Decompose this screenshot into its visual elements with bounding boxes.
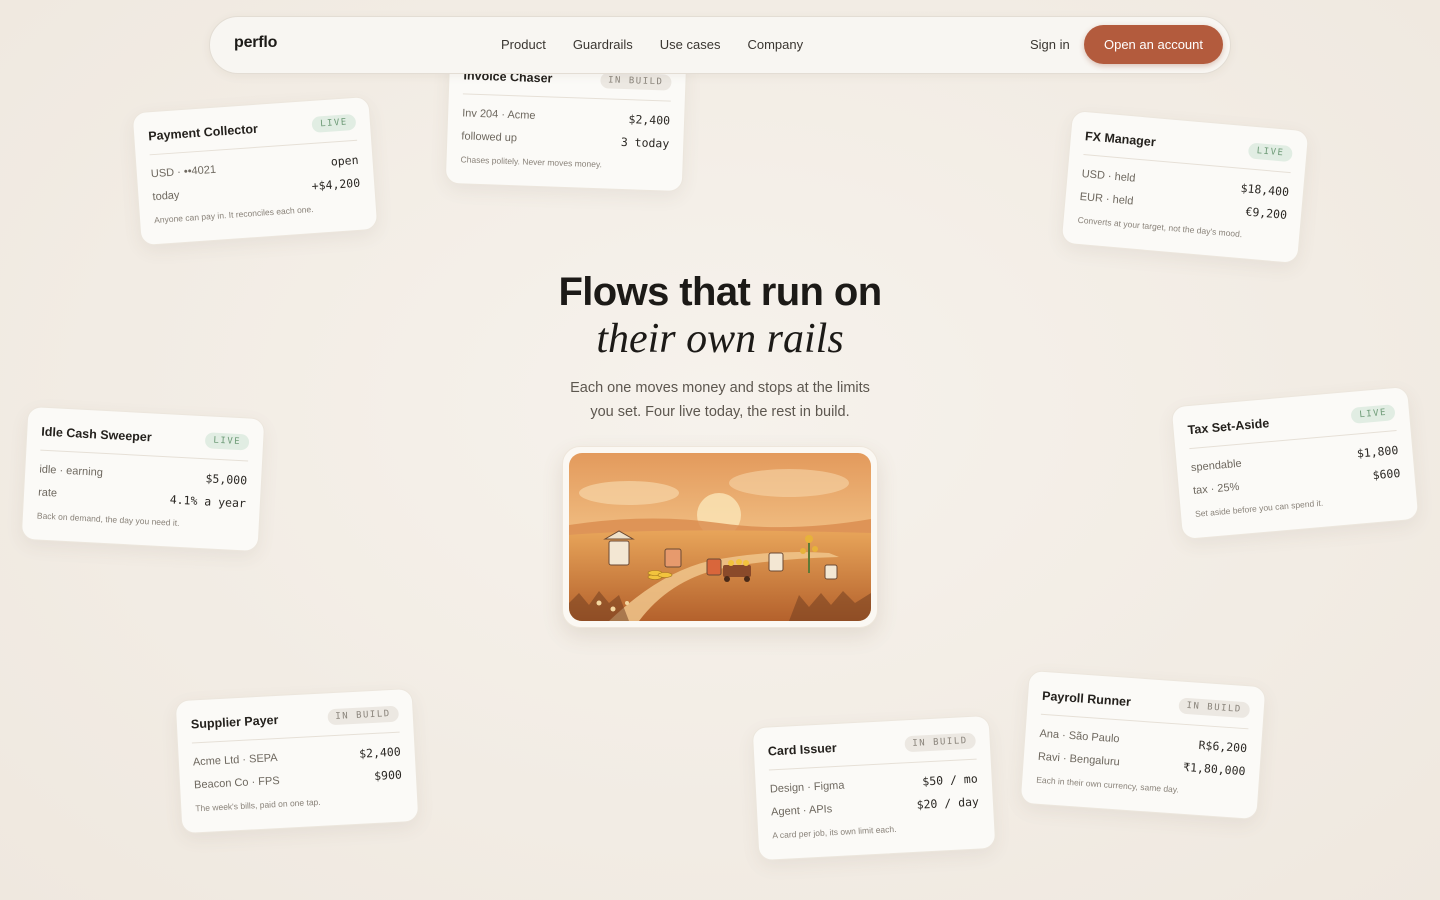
status-badge: LIVE (1248, 142, 1293, 163)
row-label: Design · Figma (769, 779, 845, 796)
flow-card-tax-set-aside: Tax Set-Aside LIVE spendable tax · 25% $1,8… (1170, 385, 1420, 541)
row-label: EUR · held (1079, 190, 1134, 208)
status-badge: LIVE (311, 113, 357, 133)
hero-illustration (562, 446, 878, 628)
row-label: idle · earning (39, 463, 104, 479)
logo[interactable]: perflo (234, 34, 277, 52)
hero-subtitle-line2: you set. Four live today, the rest in bu… (590, 404, 850, 420)
row-value: $50 / mo (921, 771, 979, 789)
card-title: Supplier Payer (190, 712, 279, 732)
status-badge: IN BUILD (599, 72, 672, 91)
row-label: followed up (461, 130, 518, 145)
card-title: Payroll Runner (1041, 688, 1132, 710)
status-badge: IN BUILD (1177, 697, 1251, 719)
hero-title-line1: Flows that run on (558, 270, 882, 314)
row-value: ₹1,80,000 (1182, 759, 1246, 779)
row-label: Agent · APIs (770, 803, 833, 819)
flow-card-fx-manager: FX Manager LIVE USD · held EUR · held $18,4… (1060, 109, 1310, 265)
autumn-field-illustration-icon (569, 453, 871, 621)
nav-links: Product Guardrails Use cases Company (501, 37, 830, 52)
card-note: Chases politely. Never moves money. (460, 154, 603, 170)
row-value: open (330, 152, 359, 169)
flow-card-idle-cash-sweeper: Idle Cash Sweeper LIVE idle · earning rate… (20, 405, 266, 553)
status-badge: LIVE (1350, 404, 1396, 424)
flow-card-payroll-runner: Payroll Runner IN BUILD Ana · São Paulo Ra… (1019, 669, 1267, 821)
row-label: tax · 25% (1192, 480, 1240, 497)
card-title: Payment Collector (147, 121, 259, 144)
hero-title: Flows that run on their own rails (420, 268, 1020, 362)
row-value: €9,200 (1244, 204, 1288, 222)
row-value: $20 / day (916, 794, 980, 812)
row-value: $600 (1372, 465, 1401, 483)
card-title: FX Manager (1084, 129, 1157, 150)
card-title: Idle Cash Sweeper (40, 424, 153, 445)
card-title: Card Issuer (767, 740, 837, 759)
flow-card-supplier-payer: Supplier Payer IN BUILD Acme Ltd · SEPA Be… (174, 687, 420, 835)
status-badge: IN BUILD (903, 732, 977, 753)
row-value: 4.1% a year (169, 492, 247, 511)
card-title: Tax Set-Aside (1187, 416, 1270, 438)
row-label: Inv 204 · Acme (461, 107, 536, 122)
sign-in-link[interactable]: Sign in (1030, 37, 1070, 52)
top-nav: perflo Product Guardrails Use cases Comp… (209, 16, 1231, 74)
status-badge: IN BUILD (326, 705, 400, 726)
flow-card-card-issuer: Card Issuer IN BUILD Design · Figma Agent … (751, 714, 997, 862)
nav-link-product[interactable]: Product (501, 37, 546, 52)
divider (462, 93, 671, 102)
row-label: today (152, 189, 180, 204)
nav-link-use-cases[interactable]: Use cases (660, 37, 721, 52)
row-value: $2,400 (628, 112, 671, 128)
nav-link-guardrails[interactable]: Guardrails (573, 37, 633, 52)
nav-link-company[interactable]: Company (747, 37, 803, 52)
open-account-button[interactable]: Open an account (1084, 25, 1223, 64)
hero-subtitle-line1: Each one moves money and stops at the li… (570, 380, 870, 396)
hero-title-line2: their own rails (596, 316, 844, 362)
row-label: USD · ••4021 (150, 163, 217, 181)
row-value: $900 (373, 767, 403, 783)
status-badge: LIVE (205, 432, 250, 451)
row-value: +$4,200 (311, 175, 361, 194)
row-label: rate (37, 486, 58, 500)
hero-subtitle: Each one moves money and stops at the li… (520, 376, 920, 424)
row-label: Ravi · Bengaluru (1037, 750, 1121, 769)
flow-card-payment-collector: Payment Collector LIVE USD · ••4021 today o… (131, 95, 379, 247)
row-label: Beacon Co · FPS (193, 774, 280, 792)
row-value: 3 today (620, 134, 670, 151)
row-value: $2,400 (358, 744, 402, 761)
